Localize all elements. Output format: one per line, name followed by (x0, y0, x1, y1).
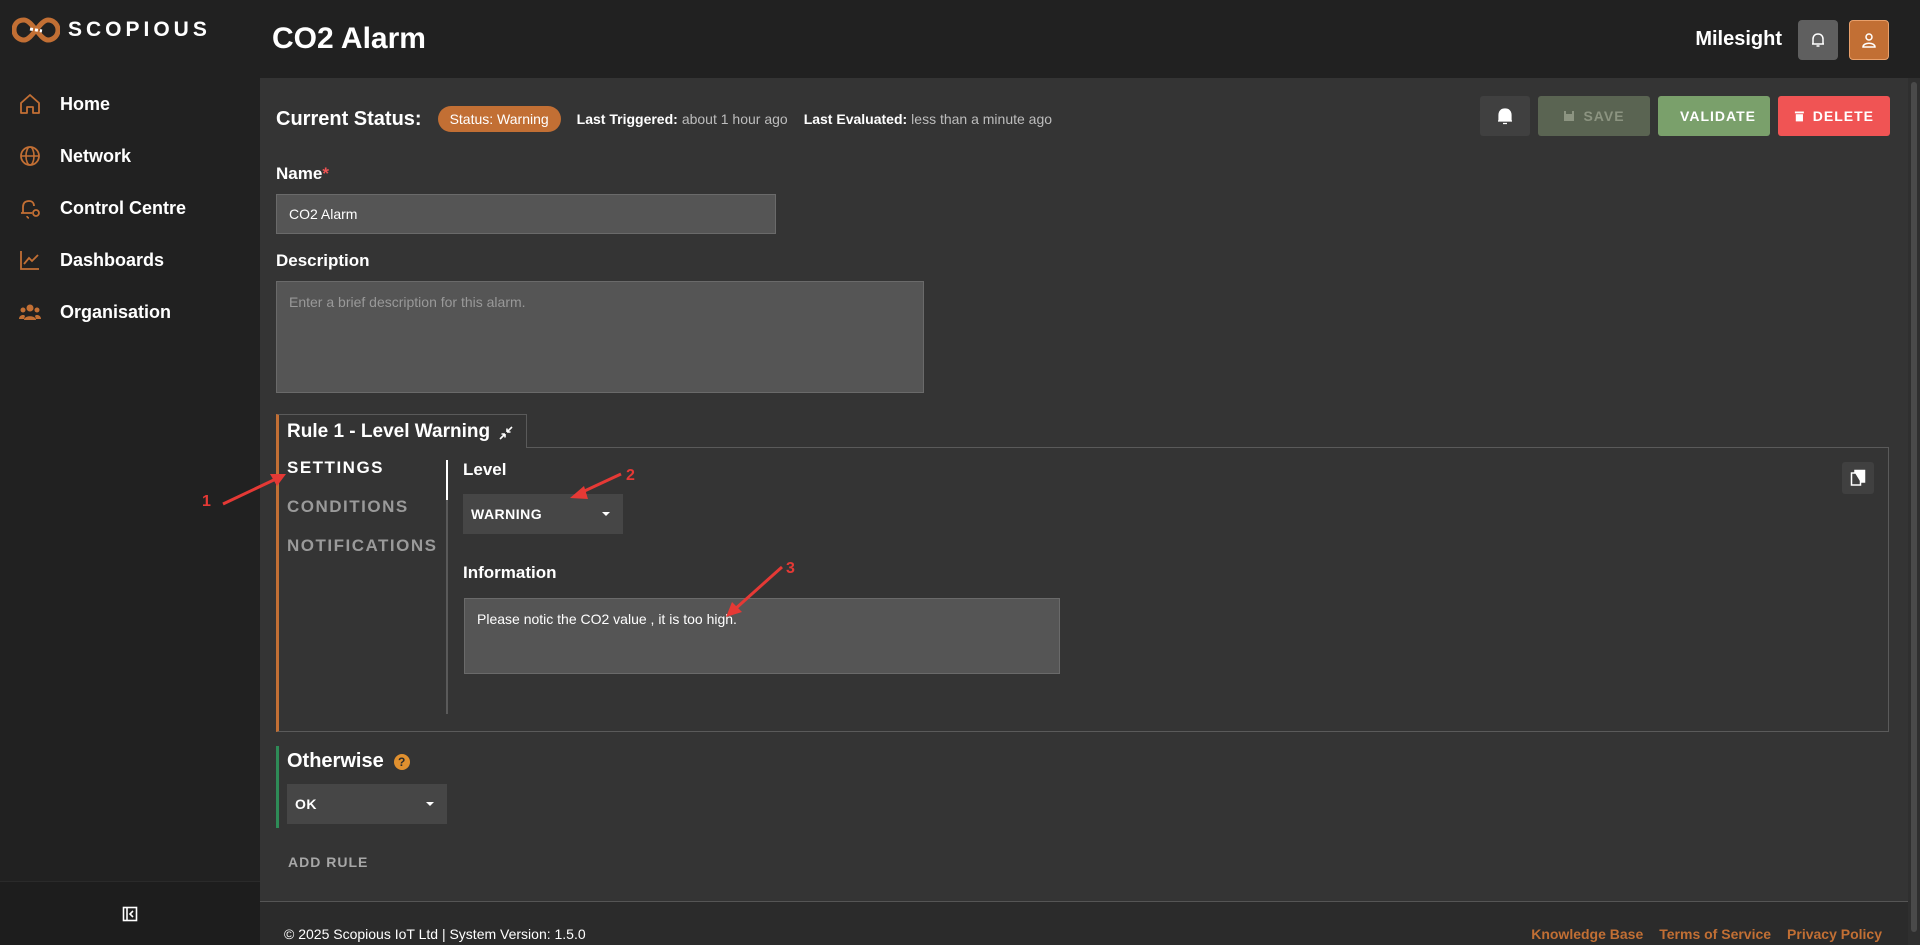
sidebar-item-label: Organisation (60, 301, 172, 322)
brand-name: SCOPIOUS (68, 18, 211, 41)
logo[interactable]: SCOPIOUS (12, 16, 211, 44)
last-evaluated-label: Last Evaluated: (803, 111, 908, 127)
sidebar-item-label: Dashboards (60, 249, 165, 270)
sidebar-item-home[interactable]: Home (0, 78, 260, 130)
user-icon (1862, 33, 1876, 48)
add-rule-button[interactable]: ADD RULE (288, 854, 368, 870)
otherwise-label: Otherwise (287, 750, 384, 772)
level-label: Level (463, 460, 507, 479)
main-scrollbar[interactable] (1908, 78, 1920, 945)
copy-rule-button[interactable] (1842, 462, 1874, 494)
bell-icon (1498, 108, 1512, 125)
validate-button[interactable]: VALIDATE (1658, 96, 1770, 136)
level-select[interactable]: WARNING (463, 494, 623, 534)
sidebar-item-organisation[interactable]: Organisation (0, 286, 260, 338)
sidebar-item-label: Home (60, 93, 111, 114)
annotation-number-3: 3 (786, 560, 795, 577)
app-root: SCOPIOUS Home Network Control Centre Das… (0, 0, 1920, 945)
alarm-notifications-button[interactable] (1480, 96, 1530, 136)
footer: © 2025 Scopious IoT Ltd | System Version… (260, 901, 1908, 945)
collapse-sidebar-button[interactable] (0, 881, 260, 945)
delete-button[interactable]: DELETE (1778, 96, 1890, 136)
organisation-name[interactable]: Milesight (1695, 28, 1782, 51)
copyright-text: © 2025 Scopious IoT Ltd | System Version… (284, 926, 586, 942)
otherwise-section: Otherwise ? OK (276, 746, 636, 828)
footer-links: Knowledge Base Terms of Service Privacy … (1531, 926, 1882, 942)
validate-label: VALIDATE (1680, 108, 1756, 124)
save-icon (1564, 111, 1575, 121)
rule-title: Rule 1 - Level Warning (287, 421, 491, 442)
name-label-text: Name (276, 164, 323, 183)
line-chart-icon (20, 251, 39, 270)
rule-subnav: SETTINGS CONDITIONS NOTIFICATIONS (287, 458, 437, 575)
last-triggered-value: about 1 hour ago (681, 111, 788, 127)
caret-down-icon (426, 802, 434, 806)
delete-label: DELETE (1812, 108, 1874, 124)
top-header: CO2 Alarm Milesight (260, 0, 1920, 78)
tab-notifications[interactable]: NOTIFICATIONS (287, 536, 437, 575)
sidebar-item-label: Network (60, 145, 132, 166)
save-label: SAVE (1583, 108, 1625, 124)
information-textarea[interactable]: Please notic the CO2 value , it is too h… (464, 598, 1060, 674)
status-row: Current Status: Status: Warning Last Tri… (276, 106, 1068, 132)
notifications-button[interactable] (1798, 20, 1838, 60)
subnav-divider (446, 460, 448, 714)
bell-icon (1812, 33, 1824, 47)
sidebar-item-label: Control Centre (60, 197, 186, 218)
sidebar-nav: Home Network Control Centre Dashboards O… (0, 78, 260, 338)
knowledge-base-link[interactable]: Knowledge Base (1531, 926, 1643, 942)
description-label: Description (276, 251, 370, 270)
description-textarea[interactable]: Enter a brief description for this alarm… (276, 281, 924, 393)
users-icon (19, 304, 41, 320)
action-toolbar: SAVE VALIDATE DELETE (1480, 96, 1890, 136)
level-select-value: WARNING (471, 506, 543, 522)
sidebar-item-network[interactable]: Network (0, 130, 260, 182)
terms-of-service-link[interactable]: Terms of Service (1659, 926, 1771, 942)
tab-settings[interactable]: SETTINGS (287, 458, 437, 497)
page-title: CO2 Alarm (272, 22, 426, 55)
bell-gear-icon (21, 200, 40, 219)
information-label: Information (463, 563, 557, 582)
home-icon (20, 94, 40, 114)
annotation-number-1: 1 (202, 493, 211, 510)
privacy-policy-link[interactable]: Privacy Policy (1787, 926, 1882, 942)
save-button[interactable]: SAVE (1538, 96, 1650, 136)
current-status-heading: Current Status: (276, 107, 422, 130)
rule-tab[interactable]: Rule 1 - Level Warning (276, 414, 528, 448)
otherwise-select[interactable]: OK (287, 784, 447, 824)
scrollbar-thumb[interactable] (1911, 82, 1917, 932)
main-content: Current Status: Status: Warning Last Tri… (260, 78, 1908, 945)
collapse-sidebar-icon (122, 906, 138, 921)
user-menu-button[interactable] (1849, 20, 1889, 60)
tab-conditions[interactable]: CONDITIONS (287, 497, 437, 536)
required-marker: * (322, 164, 329, 183)
annotation-number-2: 2 (626, 467, 635, 484)
otherwise-title: Otherwise ? (287, 750, 410, 773)
caret-down-icon (602, 512, 610, 516)
sidebar-item-dashboards[interactable]: Dashboards (0, 234, 260, 286)
active-tab-indicator (446, 460, 448, 500)
name-input[interactable]: CO2 Alarm (276, 194, 776, 234)
globe-icon (20, 146, 40, 166)
otherwise-select-value: OK (295, 796, 317, 812)
copy-icon (1850, 469, 1866, 486)
status-badge: Status: Warning (437, 106, 561, 132)
rule-panel: SETTINGS CONDITIONS NOTIFICATIONS Level … (276, 447, 1889, 732)
sidebar: SCOPIOUS Home Network Control Centre Das… (0, 0, 260, 945)
last-triggered-label: Last Triggered: (576, 111, 678, 127)
trash-icon (1794, 111, 1804, 122)
last-evaluated-value: less than a minute ago (911, 111, 1053, 127)
collapse-arrows-icon[interactable] (498, 425, 514, 441)
name-label: Name* (276, 164, 329, 184)
scopious-logo-icon (12, 17, 60, 43)
sidebar-item-control-centre[interactable]: Control Centre (0, 182, 260, 234)
help-icon[interactable]: ? (393, 753, 410, 770)
